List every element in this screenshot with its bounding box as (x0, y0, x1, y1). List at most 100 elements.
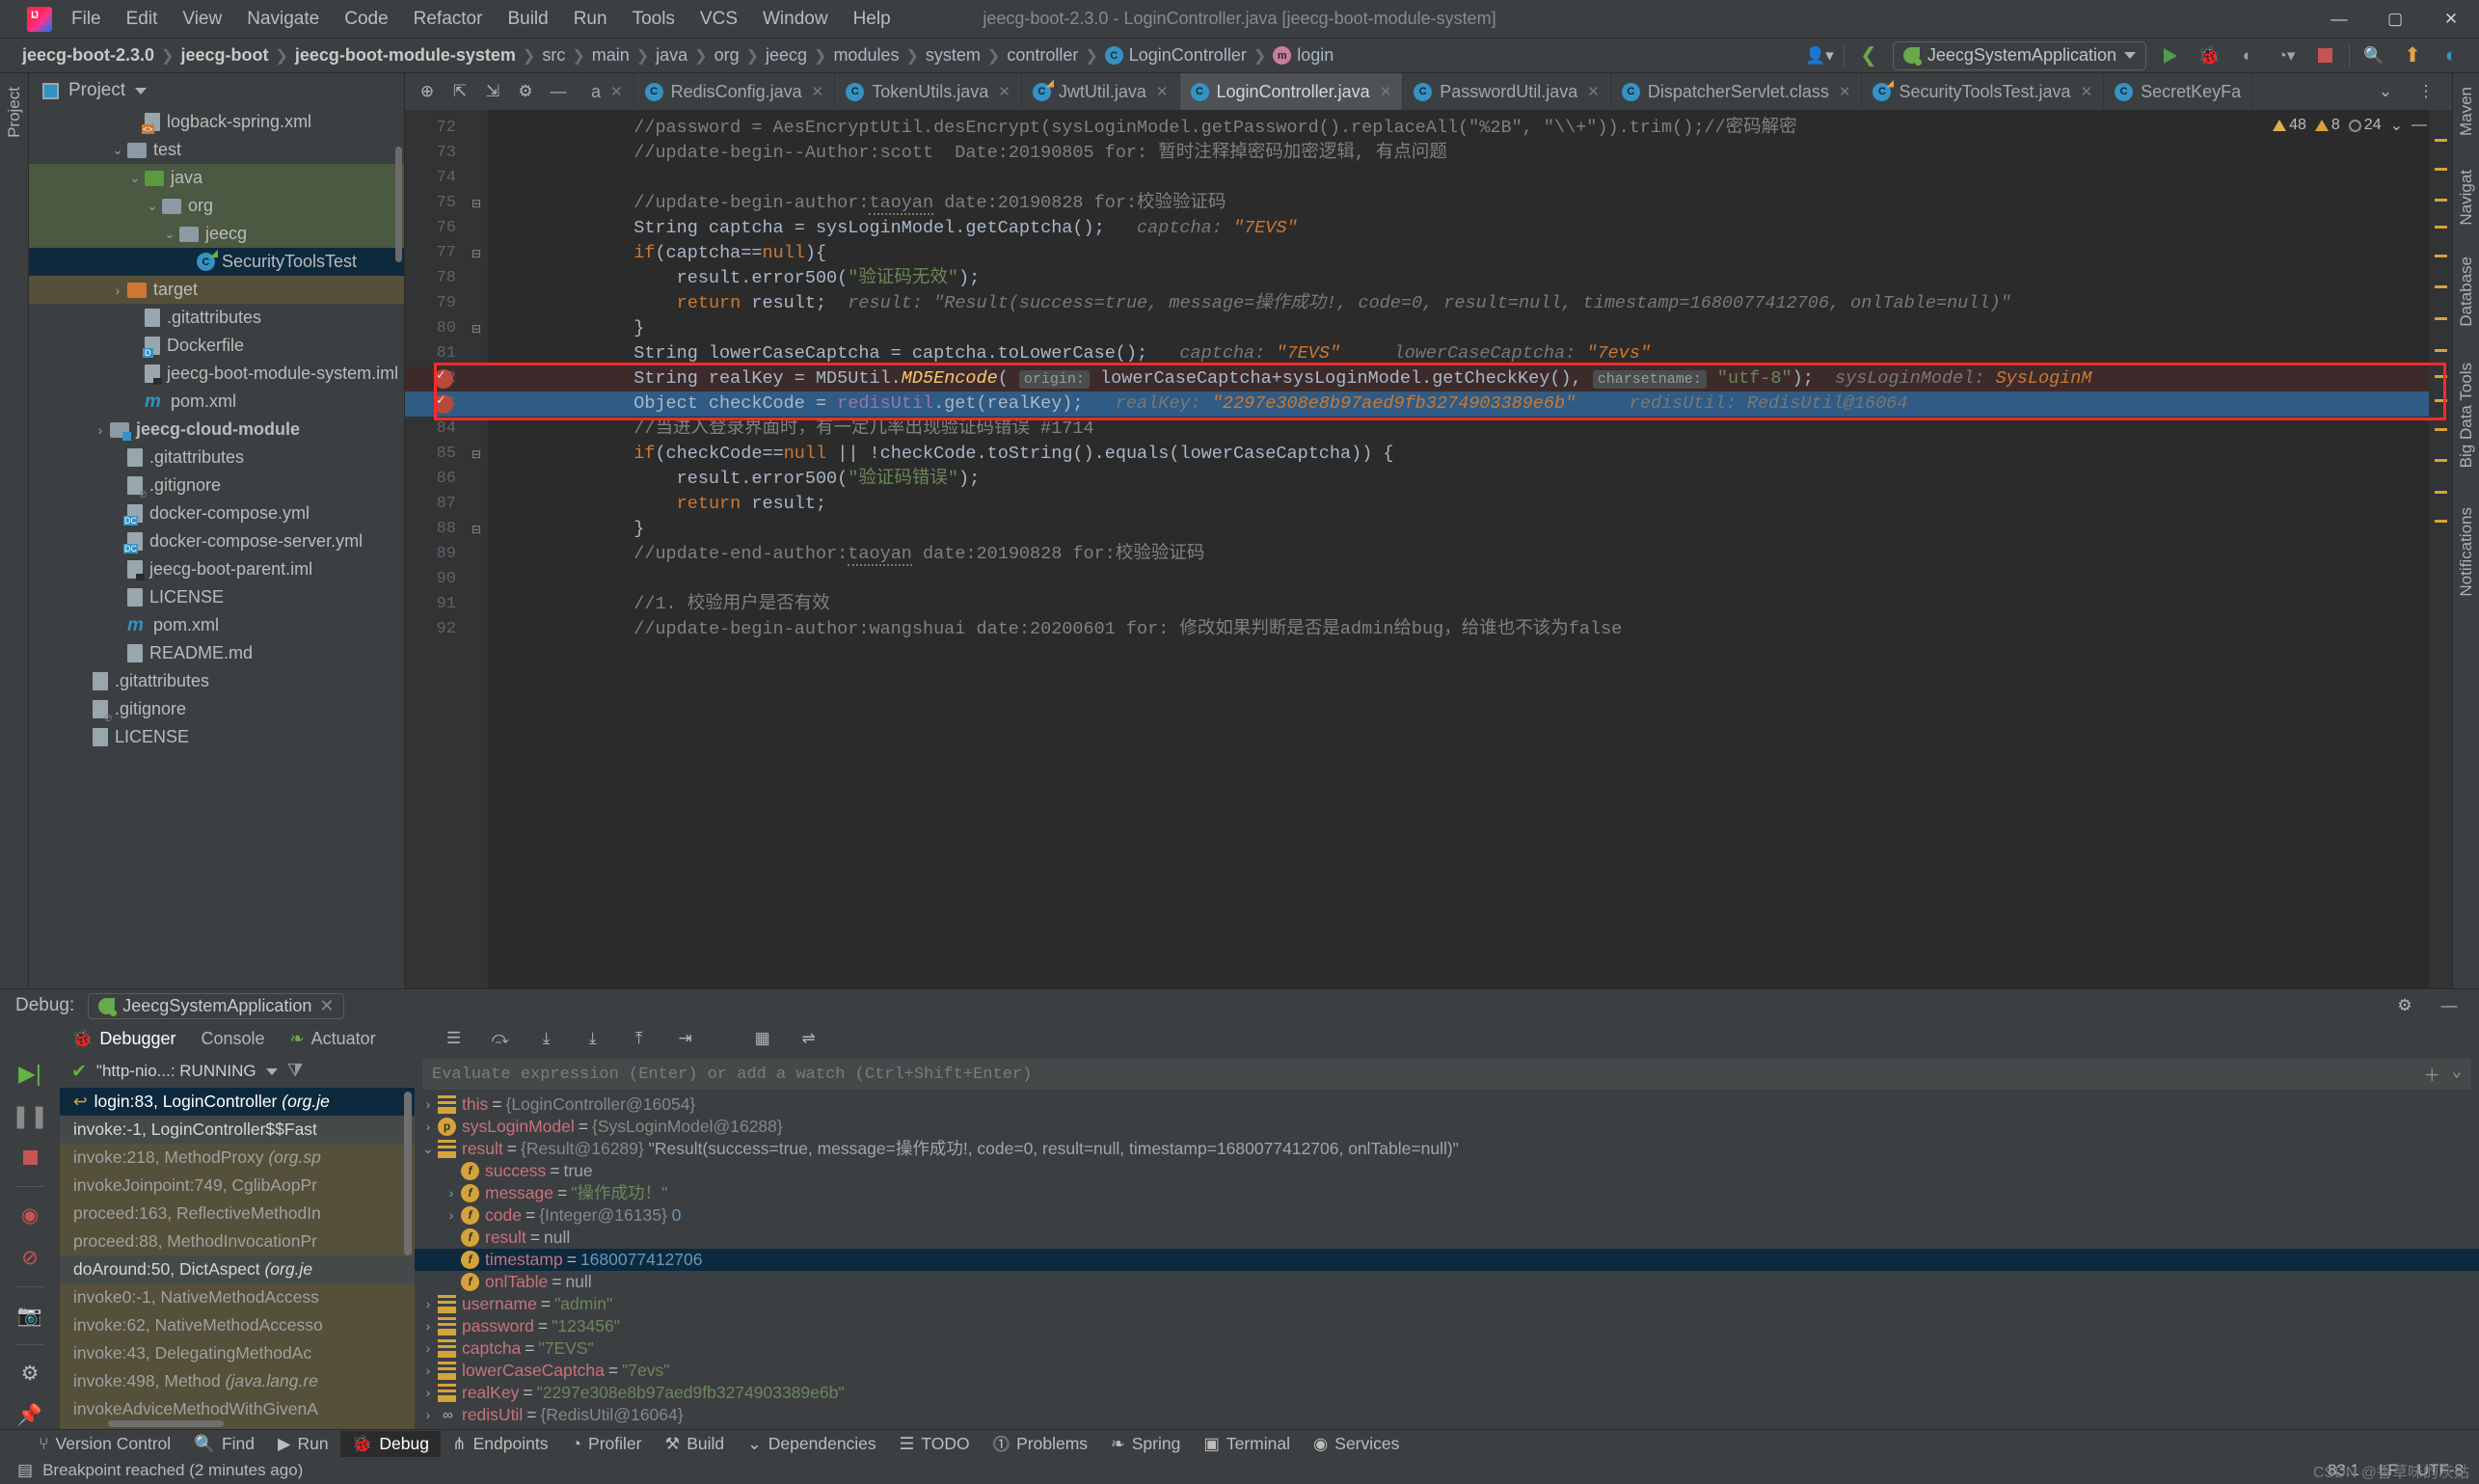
debugger-tabs[interactable]: 🐞 Debugger Console ❧ Actuator ☰ ⤼ ⤓ ⤓ ⤒ … (0, 1022, 2479, 1055)
camera-icon[interactable]: 📷 (13, 1303, 46, 1329)
tool-button-navigate[interactable]: Navigat (2457, 170, 2476, 226)
fold-marker[interactable] (465, 166, 488, 191)
settings-gear-icon[interactable]: ⚙ (2390, 992, 2419, 1019)
error-stripe-mark[interactable] (2435, 226, 2447, 229)
run-button[interactable] (2156, 42, 2185, 69)
chevron-down-icon[interactable]: ⌄ (125, 164, 145, 192)
run-configuration-selector[interactable]: JeecgSystemApplication (1892, 40, 2146, 70)
variable-row[interactable]: f result = null (415, 1227, 2479, 1249)
frames-horizontal-scrollbar[interactable] (108, 1420, 224, 1427)
tree-item[interactable]: docker-compose.yml (29, 499, 404, 527)
watch-chevron-icon[interactable]: ⌄ (2452, 1062, 2462, 1087)
error-stripe-mark[interactable] (2435, 199, 2447, 202)
typo-count[interactable]: 24 (2348, 117, 2382, 134)
fold-marker[interactable] (465, 341, 488, 366)
fold-marker[interactable]: ⊟ (465, 517, 488, 542)
stop-button[interactable] (2310, 42, 2339, 69)
select-opened-file-icon[interactable]: ⊕ (413, 78, 442, 105)
tab-actuator[interactable]: ❧ Actuator (286, 1027, 380, 1051)
tree-item[interactable]: README.md (29, 639, 404, 667)
breadcrumb-modules[interactable]: modules (826, 45, 905, 66)
mute-breakpoints-icon[interactable]: ⊘ (13, 1245, 46, 1271)
variable-row[interactable]: › f message = "操作成功！" (415, 1182, 2479, 1204)
tabs-list-chevron-icon[interactable]: ⌄ (2371, 78, 2400, 105)
code-line[interactable]: return result; result: "Result(success=t… (488, 291, 2429, 316)
menu-item-refactor[interactable]: Refactor (412, 7, 485, 32)
stack-frame[interactable]: proceed:163, ReflectiveMethodIn (60, 1200, 415, 1228)
status-bar[interactable]: ▤ Breakpoint reached (2 minutes ago) 83:… (0, 1457, 2479, 1484)
tree-item[interactable]: ⌄ java (29, 164, 404, 192)
hide-panel-icon[interactable]: — (544, 78, 573, 105)
error-stripe-mark[interactable] (2435, 317, 2447, 320)
force-step-into-icon[interactable]: ⤓ (579, 1025, 607, 1052)
project-panel-header[interactable]: Project (29, 73, 404, 108)
maximize-button[interactable]: ▢ (2367, 0, 2423, 39)
code-line[interactable]: return result; (488, 492, 2429, 517)
debug-session-tab[interactable]: JeecgSystemApplication ✕ (88, 992, 345, 1019)
code-line[interactable] (488, 567, 2429, 592)
fold-marker[interactable] (465, 467, 488, 492)
menu-item-run[interactable]: Run (572, 7, 609, 32)
tree-item[interactable]: docker-compose-server.yml (29, 527, 404, 555)
editor-tab[interactable]: C SecurityToolsTest.java ✕ (1862, 73, 2105, 110)
run-with-coverage-button[interactable]: ◐ (2233, 42, 2262, 69)
mute-breakpoints-icon[interactable]: ⇌ (795, 1025, 823, 1052)
fold-marker[interactable] (465, 417, 488, 442)
error-stripe-mark[interactable] (2435, 375, 2447, 378)
tool-window-button-todo[interactable]: ☰ TODO (888, 1431, 982, 1457)
stack-frame[interactable]: proceed:88, MethodInvocationPr (60, 1228, 415, 1255)
stack-frame[interactable]: invoke:498, Method (java.lang.re (60, 1367, 415, 1395)
error-stripe-mark[interactable] (2435, 399, 2447, 402)
chevron-right-icon[interactable]: › (442, 1182, 461, 1204)
evaluate-expression-icon[interactable]: ▦ (748, 1025, 777, 1052)
step-over-icon[interactable]: ⤼ (486, 1025, 515, 1052)
close-icon[interactable]: ✕ (1380, 83, 1392, 100)
fold-marker[interactable] (465, 592, 488, 617)
view-breakpoints-icon[interactable]: ◉ (13, 1202, 46, 1228)
code-line[interactable] (488, 166, 2429, 191)
fold-marker[interactable]: ⊟ (465, 241, 488, 266)
code-line[interactable]: Object checkCode = redisUtil.get(realKey… (488, 391, 2429, 417)
code-line[interactable]: } (488, 517, 2429, 542)
tree-item[interactable]: LICENSE (29, 723, 404, 751)
tree-item[interactable]: .gitignore (29, 472, 404, 500)
menu-item-tools[interactable]: Tools (631, 7, 677, 32)
minimize-button[interactable]: — (2311, 0, 2367, 39)
menu-item-navigate[interactable]: Navigate (245, 7, 321, 32)
frames-panel[interactable]: ✔ "http-nio...: RUNNING ⧩ ↩ login:83, Log… (60, 1055, 415, 1429)
chevron-right-icon[interactable]: › (418, 1404, 438, 1426)
menu-item-edit[interactable]: Edit (124, 7, 160, 32)
tool-button-project[interactable]: Project (5, 87, 24, 138)
close-icon[interactable]: ✕ (319, 996, 334, 1016)
stop-program-icon[interactable] (13, 1145, 46, 1171)
close-icon[interactable]: ✕ (812, 83, 824, 100)
close-icon[interactable]: ✕ (1156, 83, 1169, 100)
chevron-right-icon[interactable]: › (418, 1382, 438, 1404)
navigation-bar[interactable]: jeecg-boot-2.3.0 ❯ jeecg-boot ❯ jeecg-bo… (0, 39, 2479, 73)
variable-row[interactable]: f success = true (415, 1160, 2479, 1182)
fold-marker[interactable] (465, 116, 488, 141)
breadcrumb-module[interactable]: jeecg-boot-module-system (288, 45, 523, 66)
tree-item[interactable]: C SecurityToolsTest (29, 248, 404, 276)
breadcrumb-jeecg[interactable]: jeecg (759, 45, 814, 66)
update-project-icon[interactable]: ❮ (1854, 42, 1883, 69)
fold-marker[interactable] (465, 617, 488, 642)
tree-item[interactable]: .gitattributes (29, 444, 404, 472)
chevron-right-icon[interactable]: › (442, 1204, 461, 1227)
tree-item[interactable]: ⌄ org (29, 192, 404, 220)
tool-window-button-find[interactable]: 🔍 Find (182, 1431, 266, 1457)
chevron-right-icon[interactable]: › (418, 1315, 438, 1337)
error-stripe-mark[interactable] (2435, 168, 2447, 171)
close-icon[interactable]: ✕ (1839, 83, 1851, 100)
editor-tab[interactable]: C JwtUtil.java ✕ (1021, 73, 1180, 110)
main-menu[interactable]: File Edit View Navigate Code Refactor Bu… (69, 7, 893, 32)
editor-tab[interactable]: C RedisConfig.java ✕ (633, 73, 836, 110)
stack-frame[interactable]: invoke:62, NativeMethodAccesso (60, 1311, 415, 1339)
breadcrumb-class[interactable]: C LoginController (1098, 45, 1253, 66)
variable-row[interactable]: f onlTable = null (415, 1271, 2479, 1293)
tool-window-button-terminal[interactable]: ▣ Terminal (1192, 1431, 1302, 1457)
tool-window-button-services[interactable]: ◉ Services (1302, 1431, 1411, 1457)
editor-tabs-overflow[interactable]: ⌄ ⋮ (2359, 73, 2452, 110)
stack-frame[interactable]: ↩ login:83, LoginController (org.je (60, 1088, 415, 1116)
editor-tab-actions[interactable]: ⊕ ⇱ ⇲ ⚙ — (405, 73, 580, 110)
